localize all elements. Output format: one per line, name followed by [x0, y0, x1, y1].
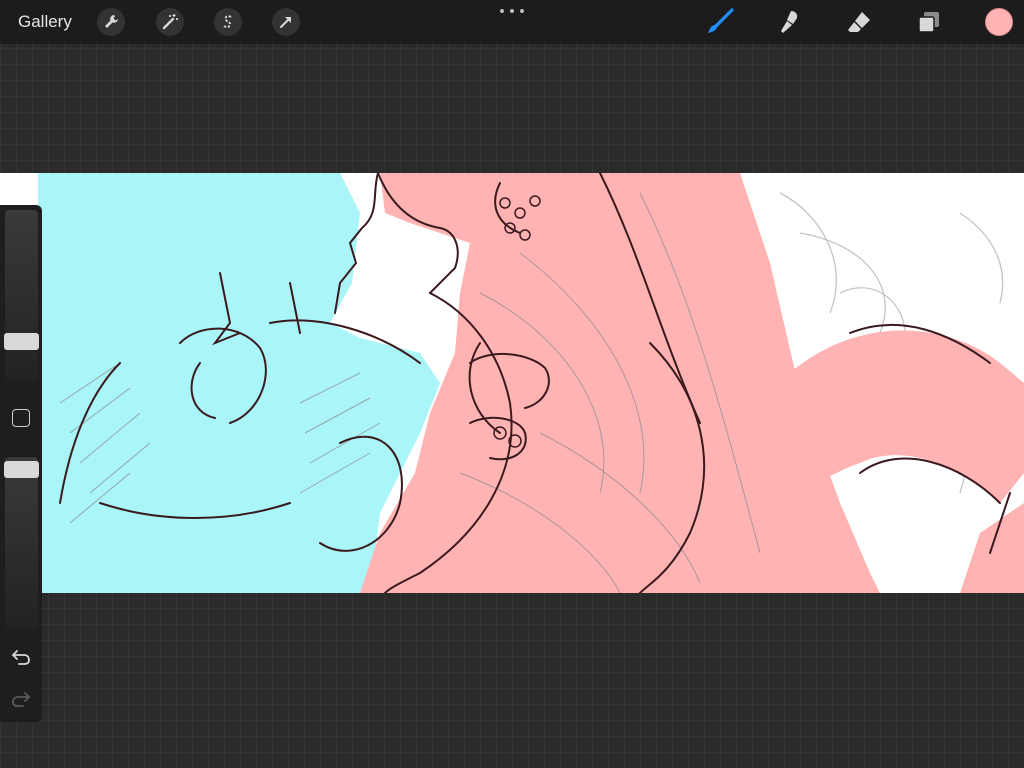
color-picker-button[interactable] [985, 8, 1013, 36]
redo-icon[interactable] [10, 687, 32, 709]
brush-size-thumb[interactable] [4, 333, 39, 350]
artwork-illustration [38, 173, 1024, 593]
transform-arrow-icon [280, 17, 291, 28]
dot-icon [500, 9, 504, 13]
modify-button[interactable] [12, 409, 30, 427]
more-options-button[interactable] [500, 6, 524, 16]
gallery-button[interactable]: Gallery [18, 12, 72, 32]
transform-button[interactable] [272, 8, 300, 36]
brush-size-slider[interactable] [5, 210, 38, 382]
pink-tail-fill [790, 330, 1024, 503]
opacity-thumb[interactable] [4, 461, 39, 478]
smudge-tool-button[interactable] [773, 6, 805, 38]
selection-s-icon [223, 15, 232, 28]
undo-icon[interactable] [10, 645, 32, 667]
layers-icon [918, 12, 939, 33]
opacity-slider[interactable] [5, 457, 38, 629]
wrench-icon [105, 15, 118, 28]
top-toolbar: Gallery [0, 0, 1024, 44]
drawing-canvas[interactable] [0, 173, 1024, 593]
adjustments-button[interactable] [156, 8, 184, 36]
actions-button[interactable] [97, 8, 125, 36]
brush-icon [708, 8, 734, 33]
magic-wand-icon [162, 14, 178, 30]
smudge-icon [781, 11, 798, 33]
brush-tool-button[interactable] [704, 6, 736, 38]
cyan-figure-fill [38, 173, 440, 593]
eraser-tool-button[interactable] [843, 6, 875, 38]
dot-icon [510, 9, 514, 13]
eraser-icon [848, 12, 870, 32]
selection-button[interactable] [214, 8, 242, 36]
layers-button[interactable] [913, 6, 945, 38]
brush-sidebar [0, 205, 42, 722]
dot-icon [520, 9, 524, 13]
